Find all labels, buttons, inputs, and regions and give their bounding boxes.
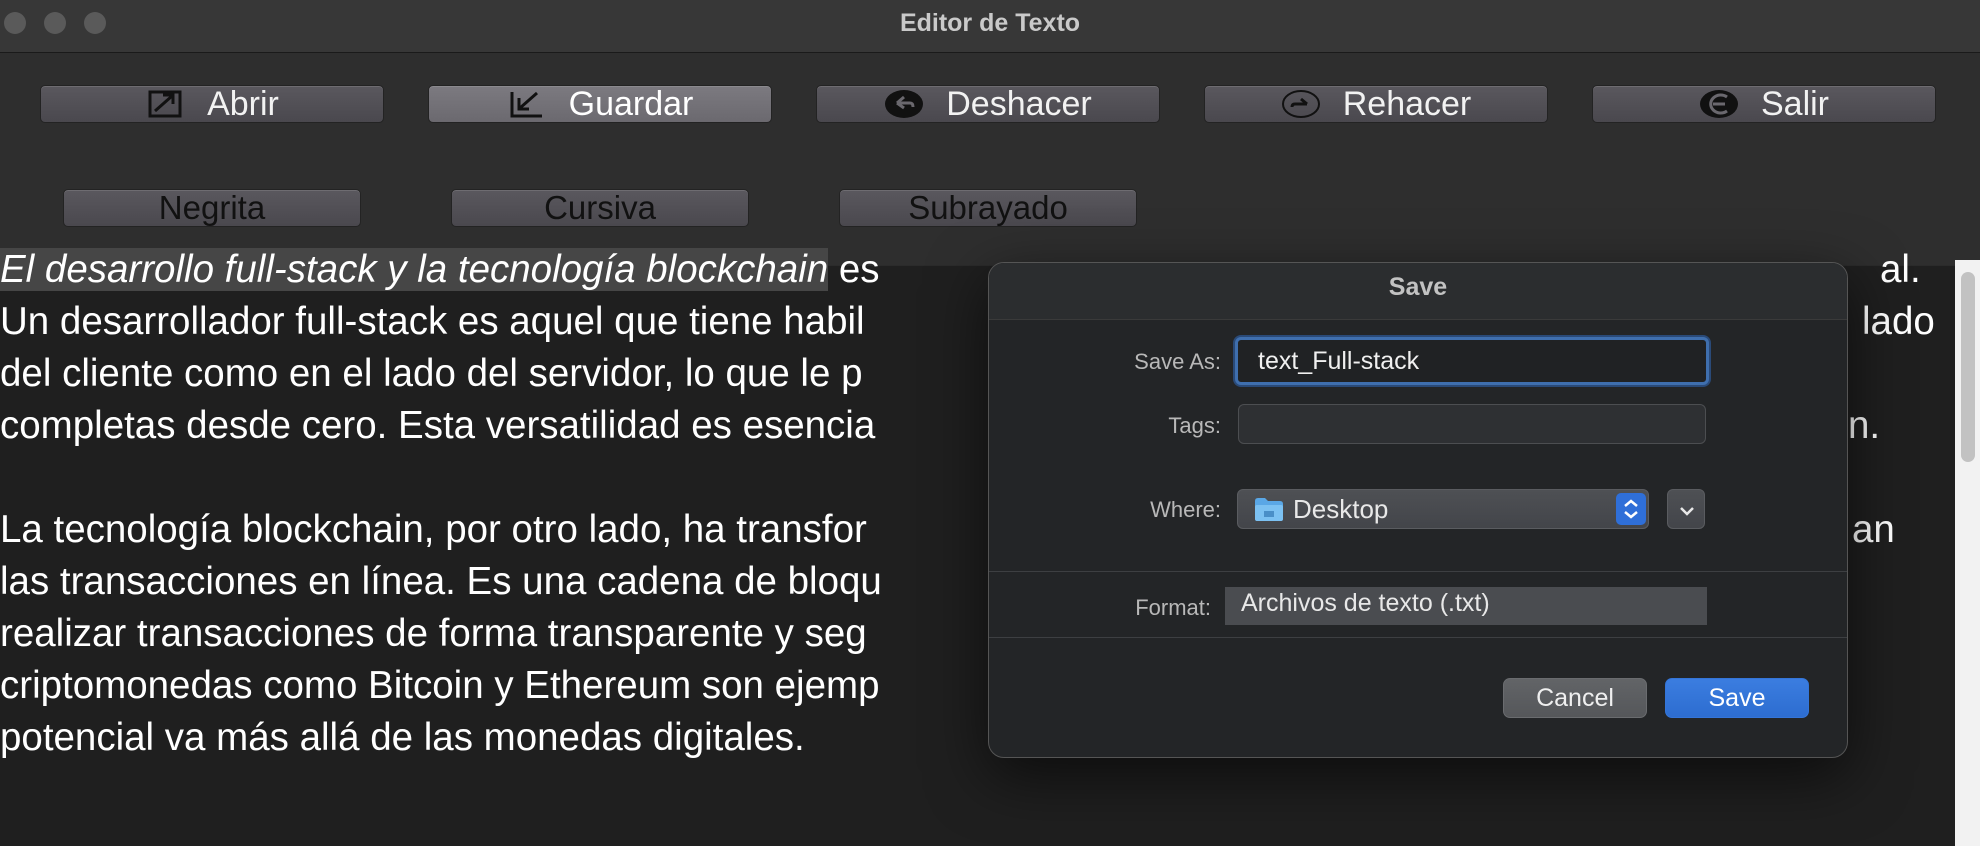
exit-icon	[1699, 88, 1739, 120]
redo-button-label: Rehacer	[1342, 84, 1472, 123]
editor-line-tail: n.	[1848, 404, 1881, 447]
editor-scrollbar-thumb[interactable]	[1961, 272, 1975, 462]
chevron-down-icon	[1677, 498, 1697, 529]
bold-button[interactable]: Negrita	[63, 189, 361, 227]
save-button[interactable]: Guardar	[428, 85, 772, 123]
italic-button[interactable]: Cursiva	[451, 189, 749, 227]
editor-line-tail: al.	[1880, 248, 1921, 291]
folder-icon	[1254, 496, 1284, 529]
open-external-icon	[145, 88, 185, 120]
toolbar: Abrir Guardar Deshacer Rehacer Salir Neg…	[0, 53, 1980, 265]
editor-line: potencial va más allá de las monedas dig…	[0, 716, 805, 759]
editor-line: El desarrollo full-stack y la tecnología…	[0, 248, 880, 291]
undo-button[interactable]: Deshacer	[816, 85, 1160, 123]
underline-button[interactable]: Subrayado	[839, 189, 1137, 227]
editor-line: Un desarrollador full-stack es aquel que…	[0, 300, 865, 343]
redo-button[interactable]: Rehacer	[1204, 85, 1548, 123]
save-dialog: Save Save As: Tags: Where: Desktop Forma…	[988, 262, 1848, 758]
tags-label: Tags:	[1168, 413, 1221, 438]
title-bar: Editor de Texto	[0, 0, 1980, 53]
undo-button-label: Deshacer	[946, 84, 1092, 123]
editor-line: criptomonedas como Bitcoin y Ethereum so…	[0, 664, 880, 707]
dialog-separator	[989, 571, 1847, 572]
save-button-label: Guardar	[568, 84, 694, 123]
format-label: Format:	[1135, 595, 1211, 620]
editor-line-tail: an	[1852, 508, 1895, 551]
selected-text: El desarrollo full-stack y la tecnología…	[0, 248, 829, 291]
save-dialog-header: Save	[989, 263, 1847, 320]
expand-button[interactable]	[1667, 489, 1705, 529]
dialog-separator	[989, 637, 1847, 638]
undo-icon	[884, 88, 924, 120]
window-title: Editor de Texto	[899, 9, 1081, 37]
open-button[interactable]: Abrir	[40, 85, 384, 123]
save-confirm-button[interactable]: Save	[1665, 678, 1809, 718]
where-label: Where:	[1150, 497, 1221, 522]
editor-line-tail: lado	[1862, 300, 1935, 343]
format-popup[interactable]: Archivos de texto (.txt)	[1225, 587, 1707, 625]
redo-icon	[1281, 88, 1321, 120]
save-as-field[interactable]	[1235, 337, 1709, 385]
where-popup[interactable]: Desktop	[1237, 489, 1649, 529]
save-dialog-title: Save	[1388, 273, 1448, 301]
format-value: Archivos de texto (.txt)	[1241, 589, 1490, 617]
save-as-label: Save As:	[1134, 349, 1221, 374]
tags-field[interactable]	[1238, 404, 1706, 444]
editor-line: La tecnología blockchain, por otro lado,…	[0, 508, 867, 551]
editor-line: las transacciones en línea. Es una caden…	[0, 560, 882, 603]
open-button-label: Abrir	[207, 84, 279, 123]
exit-button[interactable]: Salir	[1592, 85, 1936, 123]
editor-line: del cliente como en el lado del servidor…	[0, 352, 863, 395]
where-value: Desktop	[1293, 494, 1389, 524]
editor-line: realizar transacciones de forma transpar…	[0, 612, 867, 655]
editor-line: completas desde cero. Esta versatilidad …	[0, 404, 876, 447]
updown-chevron-icon	[1616, 493, 1646, 525]
exit-button-label: Salir	[1760, 84, 1830, 123]
save-arrow-icon	[507, 88, 547, 120]
cancel-button[interactable]: Cancel	[1503, 678, 1647, 718]
